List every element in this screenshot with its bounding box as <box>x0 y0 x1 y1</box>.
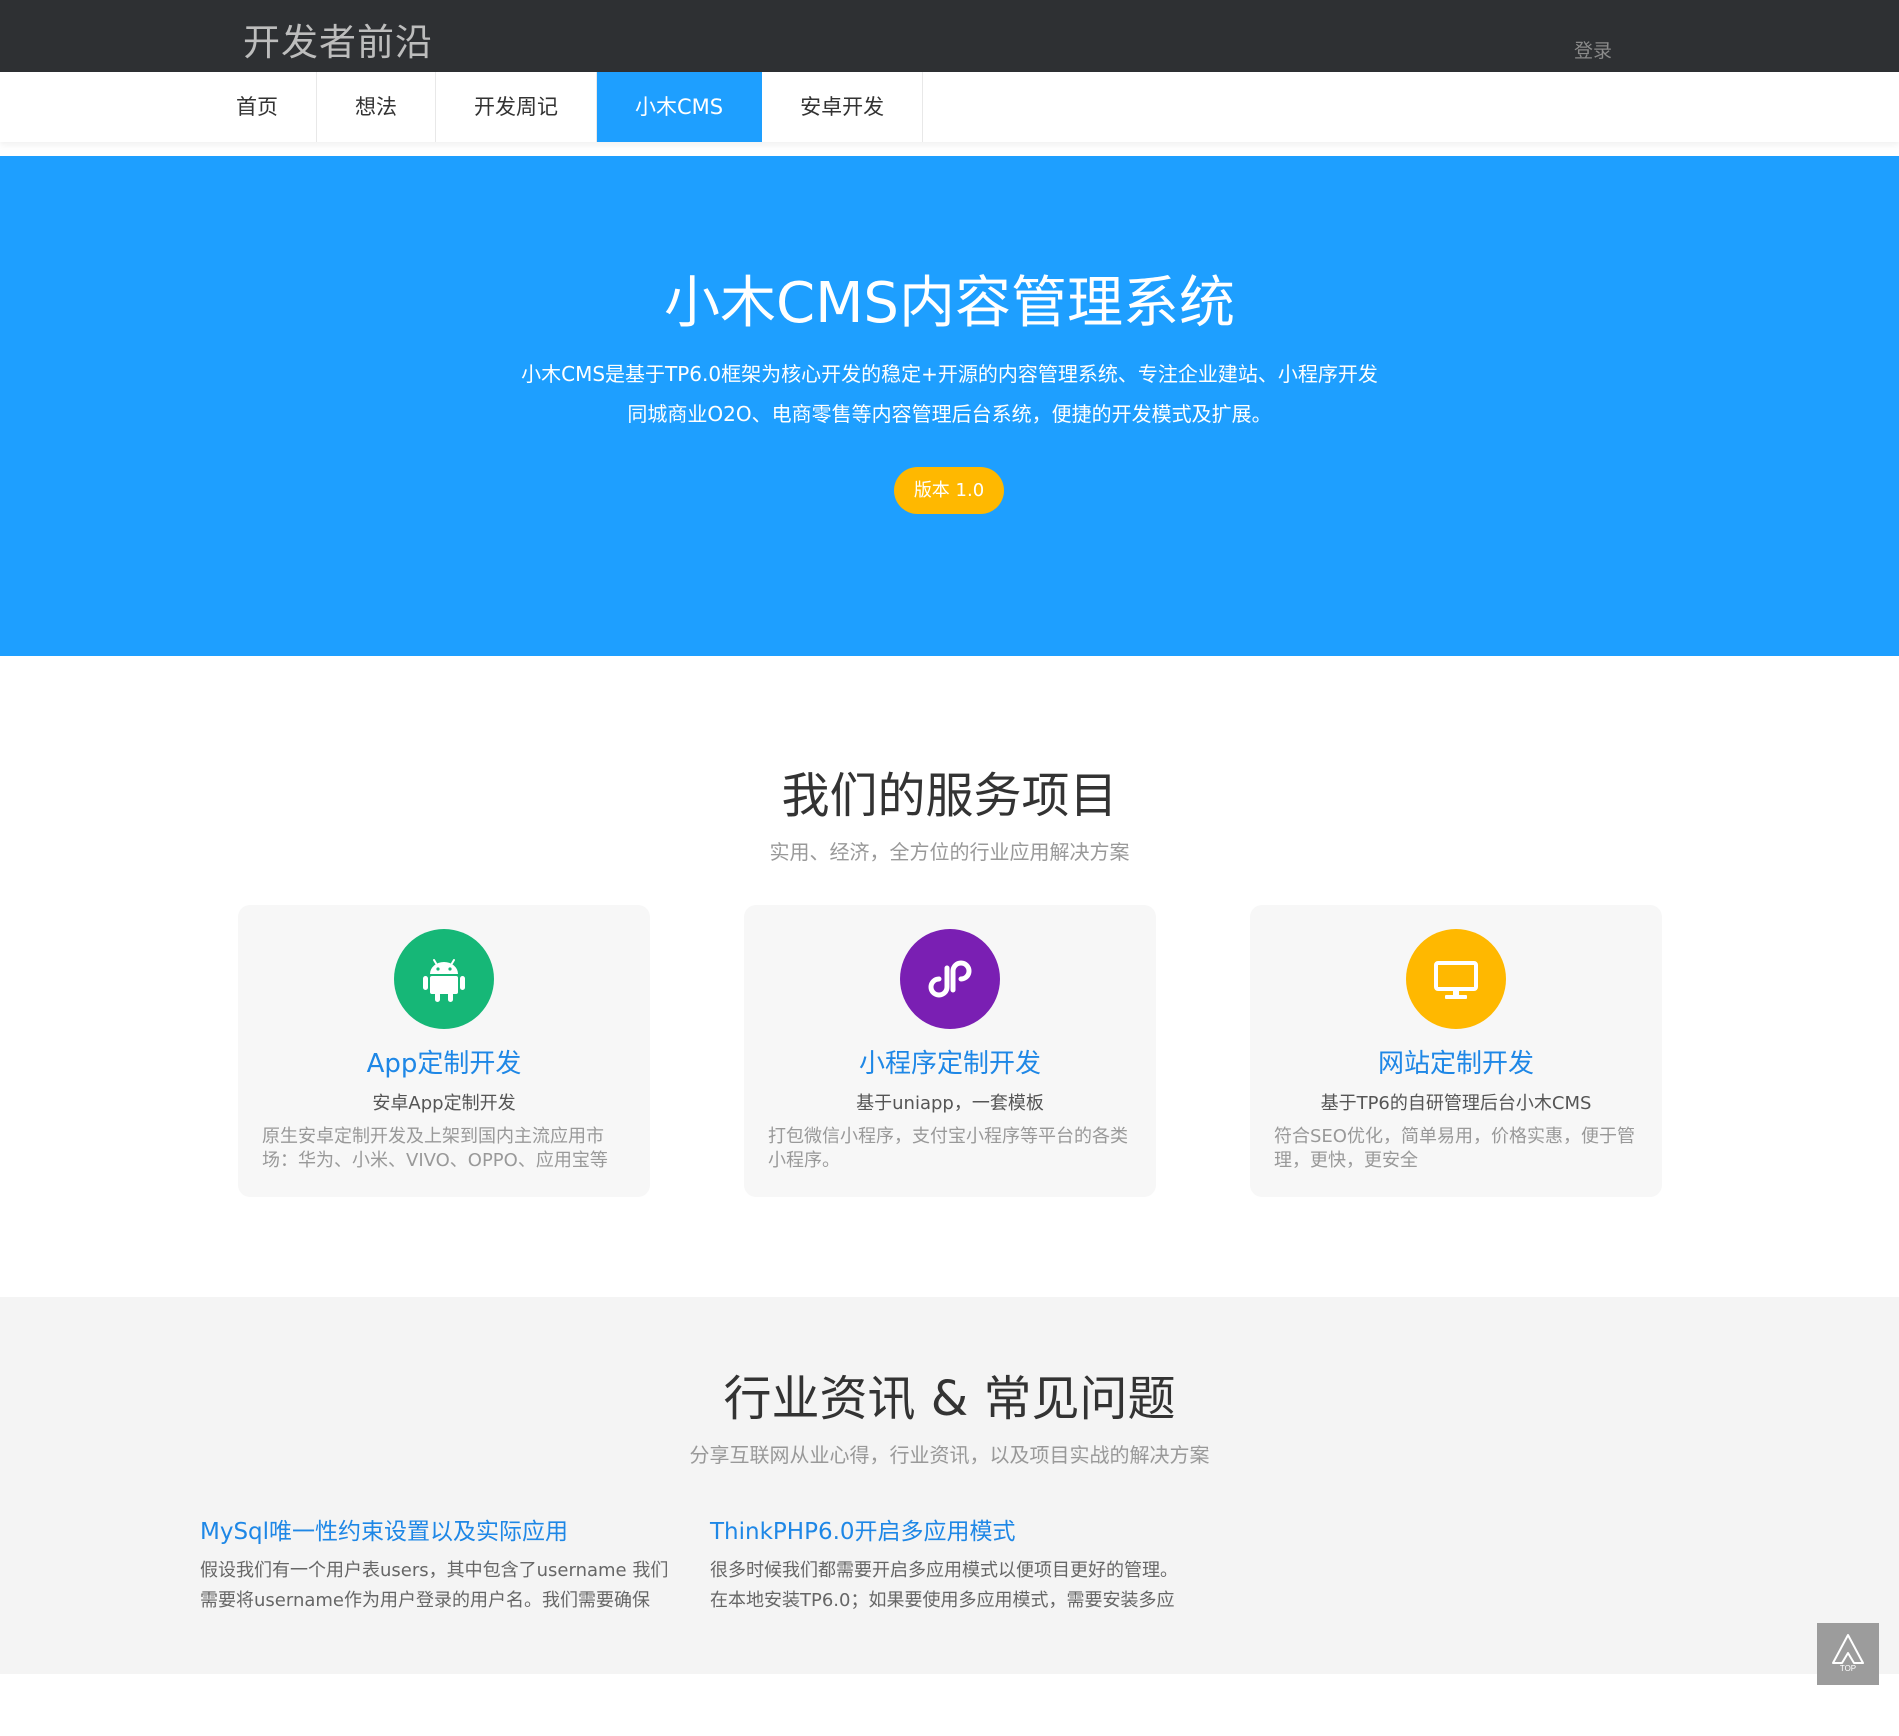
service-card-mini-program[interactable]: 小程序定制开发 基于uniapp，一套模板 打包微信小程序，支付宝小程序等平台的… <box>744 905 1156 1197</box>
news-item[interactable]: ThinkPHP6.0开启多应用模式 很多时候我们都需要开启多应用模式以便项目更… <box>710 1512 1190 1616</box>
service-name[interactable]: 网站定制开发 <box>1250 1043 1662 1080</box>
service-name[interactable]: 小程序定制开发 <box>744 1043 1156 1080</box>
service-tag: 基于TP6的自研管理后台小木CMS <box>1320 1093 1592 1114</box>
back-to-top-label: TOP <box>1840 1664 1856 1673</box>
nav-list: 首页 想法 开发周记 小木CMS 安卓开发 <box>198 72 924 142</box>
mini-program-icon <box>900 929 1000 1029</box>
back-to-top-icon: TOP <box>1832 1634 1864 1673</box>
news-section <box>0 1297 1899 1674</box>
services-title: 我们的服务项目 <box>781 768 1118 824</box>
hero-desc-line-2: 同城商业O2O、电商零售等内容管理后台系统，便捷的开发模式及扩展。 <box>627 402 1272 426</box>
news-item[interactable]: MySql唯一性约束设置以及实际应用 假设我们有一个用户表users，其中包含了… <box>200 1512 680 1616</box>
android-icon <box>394 929 494 1029</box>
hero-desc-line-1: 小木CMS是基于TP6.0框架为核心开发的稳定+开源的内容管理系统、专注企业建站… <box>521 362 1378 386</box>
nav-item-xiaomu-cms[interactable]: 小木CMS <box>597 72 763 142</box>
hero-banner: 小木CMS内容管理系统 小木CMS是基于TP6.0框架为核心开发的稳定+开源的内… <box>0 156 1899 656</box>
hero-title: 小木CMS内容管理系统 <box>664 271 1235 336</box>
news-subtitle: 分享互联网从业心得，行业资讯，以及项目实战的解决方案 <box>689 1443 1210 1467</box>
hero-description: 小木CMS是基于TP6.0框架为核心开发的稳定+开源的内容管理系统、专注企业建站… <box>0 354 1899 434</box>
back-to-top-button[interactable]: TOP <box>1817 1623 1879 1685</box>
service-card-website[interactable]: 网站定制开发 基于TP6的自研管理后台小木CMS 符合SEO优化，简单易用，价格… <box>1250 905 1662 1197</box>
news-item-summary: 假设我们有一个用户表users，其中包含了username 我们需要将usern… <box>200 1560 669 1611</box>
service-card-app[interactable]: App定制开发 安卓App定制开发 原生安卓定制开发及上架到国内主流应用市场：华… <box>238 905 650 1197</box>
news-item-summary: 很多时候我们都需要开启多应用模式以便项目更好的管理。在本地安装TP6.0；如果要… <box>710 1560 1178 1611</box>
nav-item-home[interactable]: 首页 <box>198 72 317 142</box>
nav-item-ideas[interactable]: 想法 <box>317 72 436 142</box>
top-bar: 开发者前沿 登录 <box>0 0 1899 72</box>
service-tag: 安卓App定制开发 <box>372 1093 516 1114</box>
service-description: 符合SEO优化，简单易用，价格实惠，便于管理，更快，更安全 <box>1274 1126 1635 1171</box>
version-button[interactable]: 版本 1.0 <box>894 467 1004 514</box>
services-subtitle: 实用、经济，全方位的行业应用解决方案 <box>769 840 1130 864</box>
news-title: 行业资讯 & 常见问题 <box>723 1371 1176 1427</box>
news-item-title[interactable]: ThinkPHP6.0开启多应用模式 <box>710 1512 1190 1546</box>
nav-item-android[interactable]: 安卓开发 <box>762 72 924 142</box>
service-name[interactable]: App定制开发 <box>238 1043 650 1080</box>
service-description: 打包微信小程序，支付宝小程序等平台的各类小程序。 <box>768 1126 1128 1171</box>
login-link[interactable]: 登录 <box>1574 36 1612 63</box>
monitor-icon <box>1406 929 1506 1029</box>
service-description: 原生安卓定制开发及上架到国内主流应用市场：华为、小米、VIVO、OPPO、应用宝… <box>262 1126 608 1171</box>
main-nav: 首页 想法 开发周记 小木CMS 安卓开发 <box>0 72 1899 142</box>
nav-item-weekly[interactable]: 开发周记 <box>436 72 597 142</box>
news-item-title[interactable]: MySql唯一性约束设置以及实际应用 <box>200 1512 680 1546</box>
service-tag: 基于uniapp，一套模板 <box>856 1093 1044 1114</box>
site-brand[interactable]: 开发者前沿 <box>243 12 433 66</box>
